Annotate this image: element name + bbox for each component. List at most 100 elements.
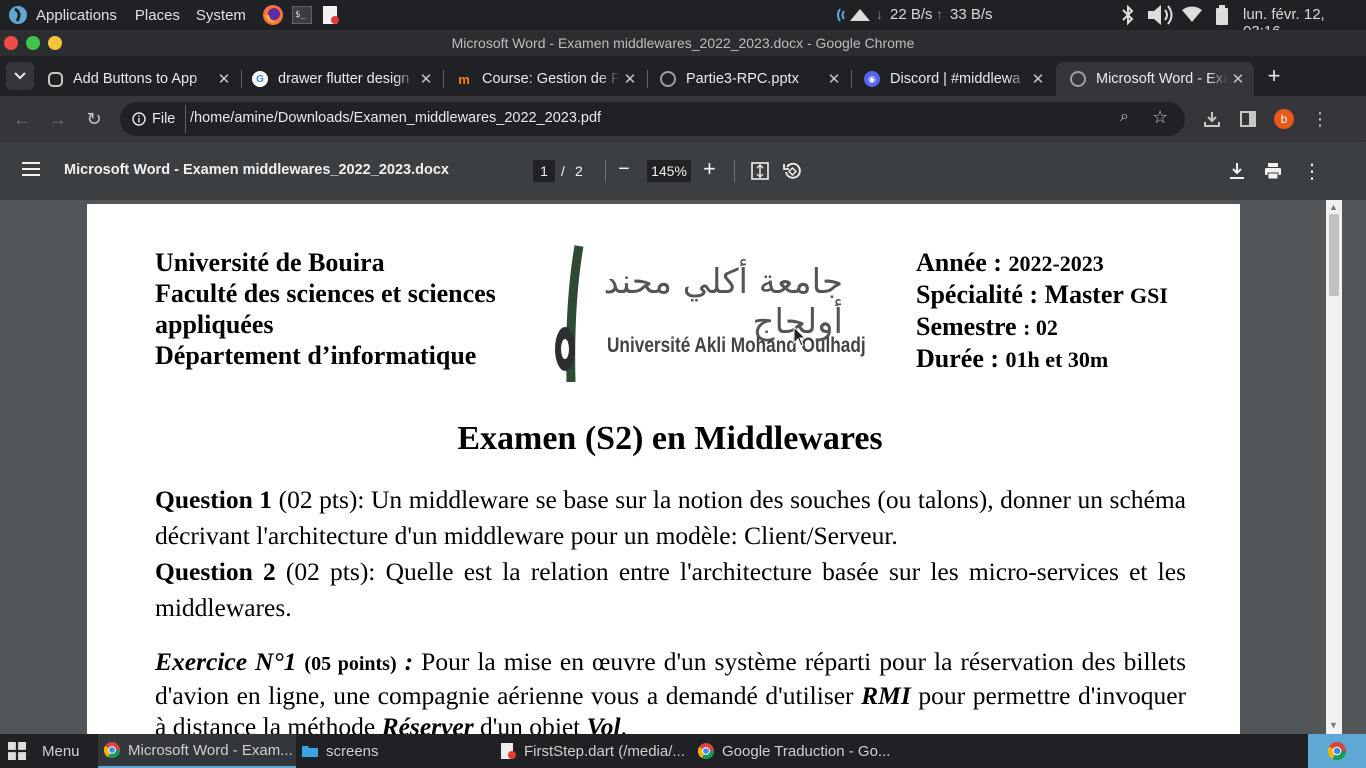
question-1-text: (02 pts): Un middleware se base sur la n… [155,485,1187,550]
print-icon[interactable] [1264,162,1282,185]
zoom-level-input[interactable]: 145% [647,160,691,182]
start-menu-button[interactable]: Menu [8,734,94,768]
chrome-icon [1328,742,1346,760]
chrome-icon [104,742,120,758]
volume-icon[interactable] [1146,2,1176,28]
rotate-icon[interactable] [783,162,801,185]
page-number-input[interactable]: 1 [533,160,555,182]
scrollbar-thumb[interactable] [1329,214,1339,296]
tab-title: Discord | #middlewa [890,71,1021,87]
meta-year: Année : 2022-2023 [916,248,1104,277]
fit-to-page-icon[interactable] [751,162,769,185]
folder-icon [302,746,318,757]
exercise-1: Exercice N°1 (05 points) : Pour la mise … [155,647,1187,734]
bookmark-star-icon[interactable]: ☆ [1152,107,1168,128]
exam-title: Examen (S2) en Middlewares [457,420,883,457]
tab-title: Partie3-RPC.pptx [686,71,799,87]
tab-title: Microsoft Word - Exa [1096,71,1228,87]
tab-microsoft-word-exam[interactable]: Microsoft Word - Exa ✕ [1056,62,1254,96]
browser-toolbar: ← → ↻ File /home/amine/Downloads/Examen_… [0,96,1366,142]
chevron-down-icon [14,72,26,80]
net-down-rate: 22 B/s [890,6,933,23]
profile-avatar[interactable]: b [1274,109,1294,129]
zoom-out-button[interactable]: − [618,158,630,181]
network-activity-icon[interactable] [836,5,872,25]
chatgpt-icon [48,71,63,87]
pdf-more-options-icon[interactable]: ⋮ [1302,159,1322,184]
close-window-button[interactable] [4,36,18,50]
close-tab-icon[interactable]: ✕ [620,70,640,88]
question-1-label: Question 1 [155,485,273,514]
toolbar-divider [734,160,735,182]
close-tab-icon[interactable]: ✕ [1028,70,1048,88]
battery-icon[interactable] [1214,5,1230,25]
side-panel-icon[interactable] [1234,96,1262,144]
applications-menu[interactable]: Applications [36,7,117,24]
wifi-icon[interactable] [1182,6,1202,22]
close-tab-icon[interactable]: ✕ [214,70,234,88]
tab-course-gestion[interactable]: m Course: Gestion de Pr ✕ [442,62,646,96]
terminal-launcher-icon[interactable]: $_ [291,6,312,24]
total-pages: 2 [575,163,583,179]
pdf-viewer[interactable]: Université de Bouira Faculté des science… [0,200,1366,734]
address-bar[interactable]: File /home/amine/Downloads/Examen_middle… [120,102,1185,136]
close-tab-icon[interactable]: ✕ [1228,70,1248,88]
toolbar-divider [605,160,606,182]
maximize-window-button[interactable] [48,36,62,50]
header-line-university: Université de Bouira [155,248,385,277]
zoom-in-button[interactable]: + [703,156,716,182]
page-separator: / [561,163,565,179]
tab-add-buttons[interactable]: Add Buttons to App ✕ [34,62,240,96]
bluetooth-icon[interactable] [1120,4,1136,26]
logo-latin-text: Université Akli Mohand Oulhadj [607,334,866,357]
scroll-up-arrow-icon[interactable]: ▲ [1329,202,1338,212]
exam-meta: Année : 2022-2023 Spécialité : Master GS… [916,247,1216,375]
taskbar-item-label: Google Traduction - Go... [722,742,891,760]
close-tab-icon[interactable]: ✕ [824,70,844,88]
university-logo: جامعة أكلي محند أولحاج Université Akli M… [551,244,866,384]
question-2-label: Question 2 [155,557,276,586]
vertical-scrollbar[interactable]: ▲ ▼ [1326,200,1342,734]
editor-icon [501,743,516,759]
tab-search-button[interactable] [6,62,34,90]
tray-chrome-indicator[interactable] [1308,734,1366,768]
places-menu[interactable]: Places [135,7,180,24]
institution-header: Université de Bouira Faculté des science… [155,247,535,371]
site-info-chip[interactable]: File [124,105,187,133]
forward-button[interactable]: → [44,96,72,142]
taskbar-item-firststep[interactable]: FirstStep.dart (/media/... [500,734,690,768]
taskbar-item-screens[interactable]: screens [302,734,492,768]
distro-logo-icon[interactable] [8,5,28,25]
new-tab-button[interactable]: + [1262,64,1286,88]
net-up-arrow-icon: ↑ [936,6,943,22]
zoom-icon[interactable]: ⌕ [1120,108,1129,126]
header-line-applied: appliquées [155,310,274,339]
close-tab-icon[interactable]: ✕ [416,70,436,88]
pdf-download-icon[interactable] [1229,162,1245,185]
minimize-window-button[interactable] [26,36,40,50]
taskbar-item-chrome-word[interactable]: Microsoft Word - Exam... [98,734,296,768]
scroll-down-arrow-icon[interactable]: ▼ [1329,720,1338,730]
question-2: Question 2 (02 pts): Quelle est la relat… [155,554,1186,626]
system-menu[interactable]: System [196,7,246,24]
url-text[interactable]: /home/amine/Downloads/Examen_middlewares… [190,110,601,126]
hamburger-menu-icon[interactable] [22,162,40,181]
back-button[interactable]: ← [8,96,36,142]
tab-discord[interactable]: ◉ Discord | #middlewa ✕ [850,62,1054,96]
download-icon[interactable] [1198,96,1226,145]
globe-icon [1070,71,1086,87]
text-editor-launcher-icon[interactable] [322,5,340,25]
pdf-page: Université de Bouira Faculté des science… [87,204,1240,734]
firefox-launcher-icon[interactable] [262,4,284,26]
tab-drawer-flutter[interactable]: G drawer flutter design ✕ [238,62,442,96]
globe-icon [660,71,676,87]
net-down-arrow-icon: ↓ [876,6,883,22]
taskbar-item-google-traduction[interactable]: Google Traduction - Go... [698,734,894,768]
chrome-menu-icon[interactable]: ⋮ [1306,96,1334,142]
tab-partie3-rpc[interactable]: Partie3-RPC.pptx ✕ [646,62,850,96]
net-up-rate: 33 B/s [950,6,993,23]
taskbar-item-label: screens [326,742,379,760]
reload-button[interactable]: ↻ [80,96,108,142]
question-2-text: (02 pts): Quelle est la relation entre l… [155,557,1187,622]
start-menu-label: Menu [42,742,80,760]
